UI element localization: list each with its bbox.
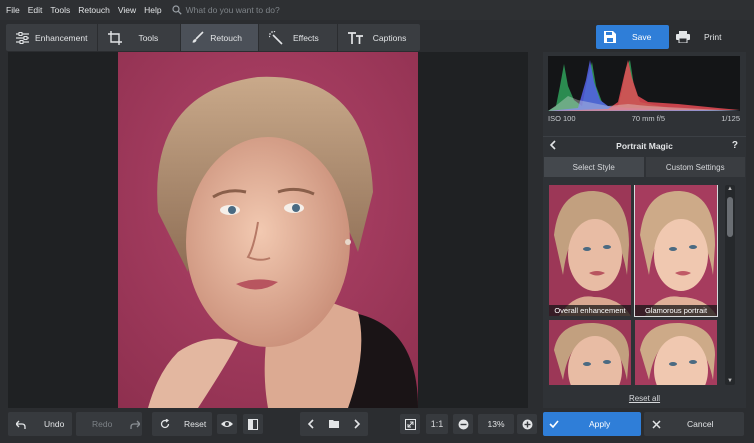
tab-label: Enhancement xyxy=(35,32,88,43)
panel-title: Portrait Magic xyxy=(616,140,673,151)
tab-select-style[interactable]: Select Style xyxy=(543,156,645,178)
zoom-out-button[interactable] xyxy=(453,414,473,434)
tab-label: Effects xyxy=(292,32,319,43)
menu-file[interactable]: File xyxy=(6,5,20,15)
menu-retouch[interactable]: Retouch xyxy=(78,5,110,15)
command-search[interactable]: What do you want to do? xyxy=(172,5,280,15)
compare-button[interactable] xyxy=(243,414,263,434)
style-grid: Overall enhancement Glamorous portrait xyxy=(549,185,719,385)
scroll-up-icon[interactable]: ▲ xyxy=(727,186,733,192)
menu-edit[interactable]: Edit xyxy=(28,5,43,15)
eye-icon xyxy=(221,420,233,428)
apply-label: Apply xyxy=(589,419,611,429)
reset-button[interactable]: Reset xyxy=(152,412,212,436)
cancel-button[interactable]: Cancel xyxy=(644,412,744,436)
portrait-magic-header: Portrait Magic ? xyxy=(543,136,746,154)
sliders-icon xyxy=(16,31,29,44)
style-tabs: Select Style Custom Settings xyxy=(543,156,746,178)
text-icon xyxy=(347,31,363,44)
redo-label: Redo xyxy=(92,419,113,429)
brush-icon xyxy=(191,31,204,44)
apply-button[interactable]: Apply xyxy=(543,412,641,436)
tab-label: Retouch xyxy=(210,32,242,43)
preview-eye-button[interactable] xyxy=(217,414,237,434)
zoom-in-button[interactable] xyxy=(517,414,537,434)
style-thumb-glamorous[interactable]: Glamorous portrait xyxy=(634,185,718,317)
photo-canvas[interactable] xyxy=(8,52,528,408)
tab-retouch[interactable]: Retouch xyxy=(181,24,259,51)
tab-custom-settings[interactable]: Custom Settings xyxy=(644,156,746,178)
save-button[interactable]: Save xyxy=(596,25,669,49)
tab-label: Captions xyxy=(372,32,407,43)
histogram xyxy=(548,56,740,111)
undo-icon xyxy=(16,420,26,429)
printer-icon xyxy=(676,31,690,43)
tab-effects[interactable]: Effects xyxy=(259,24,338,51)
style-scrollbar[interactable]: ▲ ▼ xyxy=(725,185,735,385)
folder-icon[interactable] xyxy=(322,419,346,429)
lens-value: 70 mm f/5 xyxy=(631,114,666,123)
chevron-left-icon[interactable] xyxy=(549,140,557,150)
search-icon xyxy=(172,5,182,15)
shutter-value: 1/125 xyxy=(721,114,740,123)
menu-help[interactable]: Help xyxy=(144,5,161,15)
reset-all-link[interactable]: Reset all xyxy=(543,394,746,403)
help-icon[interactable]: ? xyxy=(732,140,738,151)
style-thumb-overall[interactable]: Overall enhancement xyxy=(549,185,631,316)
save-label: Save xyxy=(632,32,652,42)
fit-screen-icon xyxy=(404,418,416,430)
mode-tabs: Enhancement Tools Retouch Effects Captio… xyxy=(6,24,421,51)
style-label: Overall enhancement xyxy=(549,305,631,316)
scroll-down-icon[interactable]: ▼ xyxy=(727,378,733,384)
reset-label: Reset xyxy=(184,419,207,429)
minus-circle-icon xyxy=(458,419,469,430)
cancel-label: Cancel xyxy=(687,419,714,429)
chevron-left-icon[interactable] xyxy=(300,419,322,429)
checkmark-icon xyxy=(549,420,559,428)
search-input[interactable]: What do you want to do? xyxy=(186,5,280,15)
right-panel: ISO 100 70 mm f/5 1/125 Portrait Magic ?… xyxy=(543,52,746,408)
menu-view[interactable]: View xyxy=(118,5,136,15)
chevron-right-icon[interactable] xyxy=(346,419,368,429)
undo-button[interactable]: Undo xyxy=(8,412,72,436)
tab-enhancement[interactable]: Enhancement xyxy=(6,24,99,51)
fit-screen-button[interactable] xyxy=(400,414,420,434)
crop-icon xyxy=(108,30,123,45)
magic-wand-icon xyxy=(268,30,283,45)
menu-tools[interactable]: Tools xyxy=(50,5,70,15)
redo-button[interactable]: Redo xyxy=(76,412,142,436)
redo-icon xyxy=(130,420,141,429)
plus-circle-icon xyxy=(522,419,533,430)
style-thumb-3[interactable] xyxy=(549,320,631,385)
print-button[interactable]: Print xyxy=(672,25,742,49)
exif-info: ISO 100 70 mm f/5 1/125 xyxy=(548,114,740,123)
tab-label: Tools xyxy=(138,32,159,43)
undo-label: Undo xyxy=(44,419,65,429)
actual-size-button[interactable]: 1:1 xyxy=(426,414,448,434)
tab-captions[interactable]: Captions xyxy=(338,24,421,51)
compare-icon xyxy=(248,418,258,430)
close-icon xyxy=(652,419,661,429)
style-label: Glamorous portrait xyxy=(635,305,717,316)
menu-bar: File Edit Tools Retouch View Help What d… xyxy=(0,0,754,20)
file-navigator xyxy=(300,412,368,436)
floppy-disk-icon xyxy=(604,31,616,43)
tab-tools[interactable]: Tools xyxy=(98,24,182,51)
portrait-photo xyxy=(118,52,418,408)
style-thumb-4[interactable] xyxy=(635,320,717,385)
iso-value: ISO 100 xyxy=(548,114,576,123)
scroll-thumb[interactable] xyxy=(727,197,733,237)
reset-icon xyxy=(160,419,170,429)
zoom-level[interactable]: 13% xyxy=(478,414,514,434)
print-label: Print xyxy=(704,32,722,42)
